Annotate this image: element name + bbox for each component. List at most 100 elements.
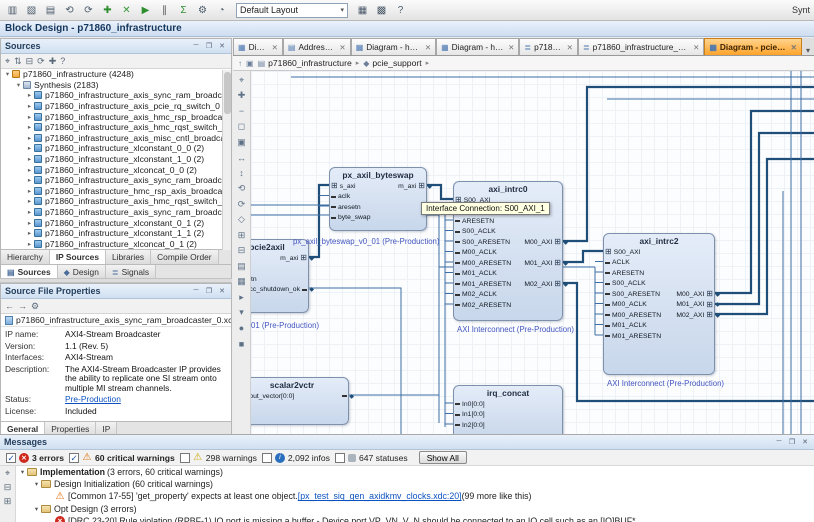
square-icon[interactable]: ■: [235, 337, 249, 351]
forward-icon[interactable]: →: [18, 301, 27, 311]
port-S00_AXI[interactable]: ⊞S00_AXI: [605, 247, 641, 257]
sum-icon[interactable]: Σ: [175, 2, 192, 18]
editor-tab-address-editor[interactable]: ▤Address Editor✕: [283, 38, 351, 55]
hierarchy-up-icon[interactable]: ↑: [238, 59, 242, 68]
port-M01_ARESETN[interactable]: M01_ARESETN: [605, 331, 661, 341]
close-tab-icon[interactable]: ✕: [425, 43, 431, 52]
expander-icon[interactable]: ▸: [25, 102, 34, 110]
expander-icon[interactable]: ▸: [25, 144, 34, 152]
editor-tab-diagram-hmc-init1[interactable]: ▦Diagram - hmc_init1✕: [436, 38, 519, 55]
breadcrumb-item[interactable]: ◆pcie_support: [363, 58, 421, 68]
port-In1[0:0][interactable]: In1[0:0]: [455, 410, 485, 420]
port-m_axi[interactable]: m_axi⊞◆: [398, 181, 425, 191]
port-M00_ACLK[interactable]: M00_ACLK: [605, 300, 647, 310]
ip-block-pcie2axil[interactable]: pcie2axilaclkaresetnm_axi⊞◆cc_shutdown_o…: [251, 239, 309, 313]
close-icon[interactable]: ✕: [217, 287, 227, 295]
show-all-button[interactable]: Show All: [419, 451, 467, 464]
port-S00_ACLK[interactable]: S00_ACLK: [605, 279, 646, 289]
settings-icon[interactable]: ⚙: [31, 301, 39, 312]
port-byte_swap[interactable]: byte_swap: [331, 213, 371, 223]
editor-tab-p71860-infrastructure-wrapper-vhd[interactable]: ≣p71860_infrastructure_wrapper.vhd✕: [578, 38, 704, 55]
grid-icon[interactable]: ▦: [354, 2, 371, 18]
expander-icon[interactable]: ▾: [32, 505, 41, 513]
expander-icon[interactable]: ▸: [25, 187, 34, 195]
checkbox-critical[interactable]: ✓: [69, 453, 79, 463]
expander-icon[interactable]: ▸: [25, 123, 34, 131]
refresh-icon[interactable]: ⟳: [37, 56, 45, 67]
float-icon[interactable]: ❐: [787, 438, 797, 446]
top-level-icon[interactable]: ▣: [246, 59, 254, 68]
help-icon[interactable]: ?: [392, 2, 409, 18]
port-pin[interactable]: ◆: [340, 391, 347, 401]
collapse-all-icon[interactable]: ⊟: [4, 482, 12, 493]
port-M01_ACLK[interactable]: M01_ACLK: [605, 321, 647, 331]
dot-icon[interactable]: ●: [235, 321, 249, 335]
sort-icon[interactable]: ⇅: [14, 56, 22, 67]
message-row[interactable]: ▾Opt Design (3 errors): [16, 503, 814, 515]
message-row[interactable]: ✕[DRC 23-20] Rule violation (RPBF-1) IO …: [16, 515, 814, 522]
search-icon[interactable]: ⌖: [5, 468, 10, 479]
expander-icon[interactable]: ▸: [25, 155, 34, 163]
editor-tab-diagram-hmc-intrfc[interactable]: ▦Diagram - hmc_intrfc✕: [351, 38, 436, 55]
settings-icon[interactable]: ⚙: [194, 2, 211, 18]
grid-icon[interactable]: ▦: [235, 275, 249, 289]
tree-item[interactable]: ▸p71860_infrastructure_axis_pcie_rq_swit…: [1, 101, 231, 112]
port-M02_AXI[interactable]: M02_AXI⊞◆: [524, 279, 561, 289]
collapse-icon[interactable]: ⊟: [26, 56, 34, 67]
port-M00_ARESETN[interactable]: M00_ARESETN: [455, 258, 511, 268]
dock-tab-sources[interactable]: ▤Sources: [1, 265, 58, 279]
zoom-out-icon[interactable]: −: [235, 104, 249, 118]
sources-tab-libraries[interactable]: Libraries: [106, 250, 151, 264]
close-icon[interactable]: ✕: [800, 438, 810, 446]
sources-tab-hierarchy[interactable]: Hierarchy: [1, 250, 50, 264]
port-S00_ARESETN[interactable]: S00_ARESETN: [455, 237, 510, 247]
collapse-icon[interactable]: ⊟: [235, 244, 249, 258]
ip-block-axi_intrc2[interactable]: axi_intrc2⊞S00_AXIACLKARESETNS00_ACLKS00…: [603, 233, 715, 375]
tree-item[interactable]: ▸p71860_infrastructure_axis_sync_ram_bro…: [1, 175, 231, 186]
wire[interactable]: [563, 251, 603, 262]
checkbox-info[interactable]: [262, 453, 272, 463]
expander-icon[interactable]: ▾: [3, 70, 12, 78]
port-M00_AXI[interactable]: M00_AXI⊞◆: [676, 289, 713, 299]
tree-item[interactable]: ▸p71860_infrastructure_axis_hmc_rqst_swi…: [1, 122, 231, 133]
close-icon[interactable]: ✕: [217, 42, 227, 50]
minimize-icon[interactable]: ─: [191, 287, 201, 295]
dock-tab-signals[interactable]: ≣Signals: [106, 265, 156, 279]
tree-item[interactable]: ▸p71860_infrastructure_xlconstant_0_1 (2…: [1, 217, 231, 228]
expander-icon[interactable]: ▸: [25, 197, 34, 205]
port-M01_ARESETN[interactable]: M01_ARESETN: [455, 279, 511, 289]
fit-width-icon[interactable]: ↔: [235, 151, 249, 165]
tree-item[interactable]: ▸p71860_infrastructure_xlconcat_0_1 (2): [1, 239, 231, 250]
tree-item[interactable]: ▸p71860_infrastructure_xlconstant_1_0 (2…: [1, 154, 231, 165]
expander-icon[interactable]: ▸: [25, 240, 34, 248]
expander-icon[interactable]: ▸: [25, 91, 34, 99]
ip-block-scalar2vctr[interactable]: scalar2vctrinput_vector[0:0]◆: [251, 377, 349, 425]
float-icon[interactable]: ❐: [204, 42, 214, 50]
message-source-link[interactable]: [px_test_siq_gen_axidkmv_clocks.xdc:20]: [298, 491, 462, 501]
message-row[interactable]: ⚠[Common 17-55] 'get_property' expects a…: [16, 490, 814, 502]
close-tab-icon[interactable]: ✕: [567, 43, 573, 52]
fit-height-icon[interactable]: ↕: [235, 166, 249, 180]
scrollbar-thumb[interactable]: [224, 72, 231, 114]
run-icon[interactable]: ▶: [137, 2, 154, 18]
close-icon[interactable]: ✕: [118, 2, 135, 18]
message-row[interactable]: ▾Implementation (3 errors, 60 critical w…: [16, 466, 814, 478]
search-icon[interactable]: ⌖: [5, 56, 10, 67]
ip-block-irq_concat[interactable]: irq_concatIn0[0:0]In1[0:0]In2[0:0]: [453, 385, 563, 434]
pointer-icon[interactable]: ⌖: [235, 73, 249, 87]
port-M02_AXI[interactable]: M02_AXI⊞◆: [676, 310, 713, 320]
close-tab-icon[interactable]: ✕: [339, 43, 345, 52]
tree-item[interactable]: ▾p71860_infrastructure (4248): [1, 69, 231, 80]
selected-file-row[interactable]: p71860_infrastructure_axis_sync_ram_broa…: [1, 314, 231, 327]
editor-tab-p71860-vhd[interactable]: ≣p71860.vhd✕: [519, 38, 578, 55]
scrollbar[interactable]: [222, 70, 231, 250]
zoom-fit-icon[interactable]: ◻: [235, 120, 249, 134]
port-s_axi[interactable]: ⊞s_axi: [331, 181, 356, 191]
minimize-icon[interactable]: ─: [191, 42, 201, 50]
port-ACLK[interactable]: ACLK: [605, 258, 630, 268]
tree-item[interactable]: ▸p71860_infrastructure_hmc_rsp_axis_broa…: [1, 186, 231, 197]
close-tab-icon[interactable]: ✕: [791, 43, 797, 52]
editor-tab-diagram-pcie-support[interactable]: ▦Diagram - pcie_support✕: [704, 38, 802, 55]
expander-icon[interactable]: ▸: [25, 176, 34, 184]
wire[interactable]: [715, 159, 814, 314]
